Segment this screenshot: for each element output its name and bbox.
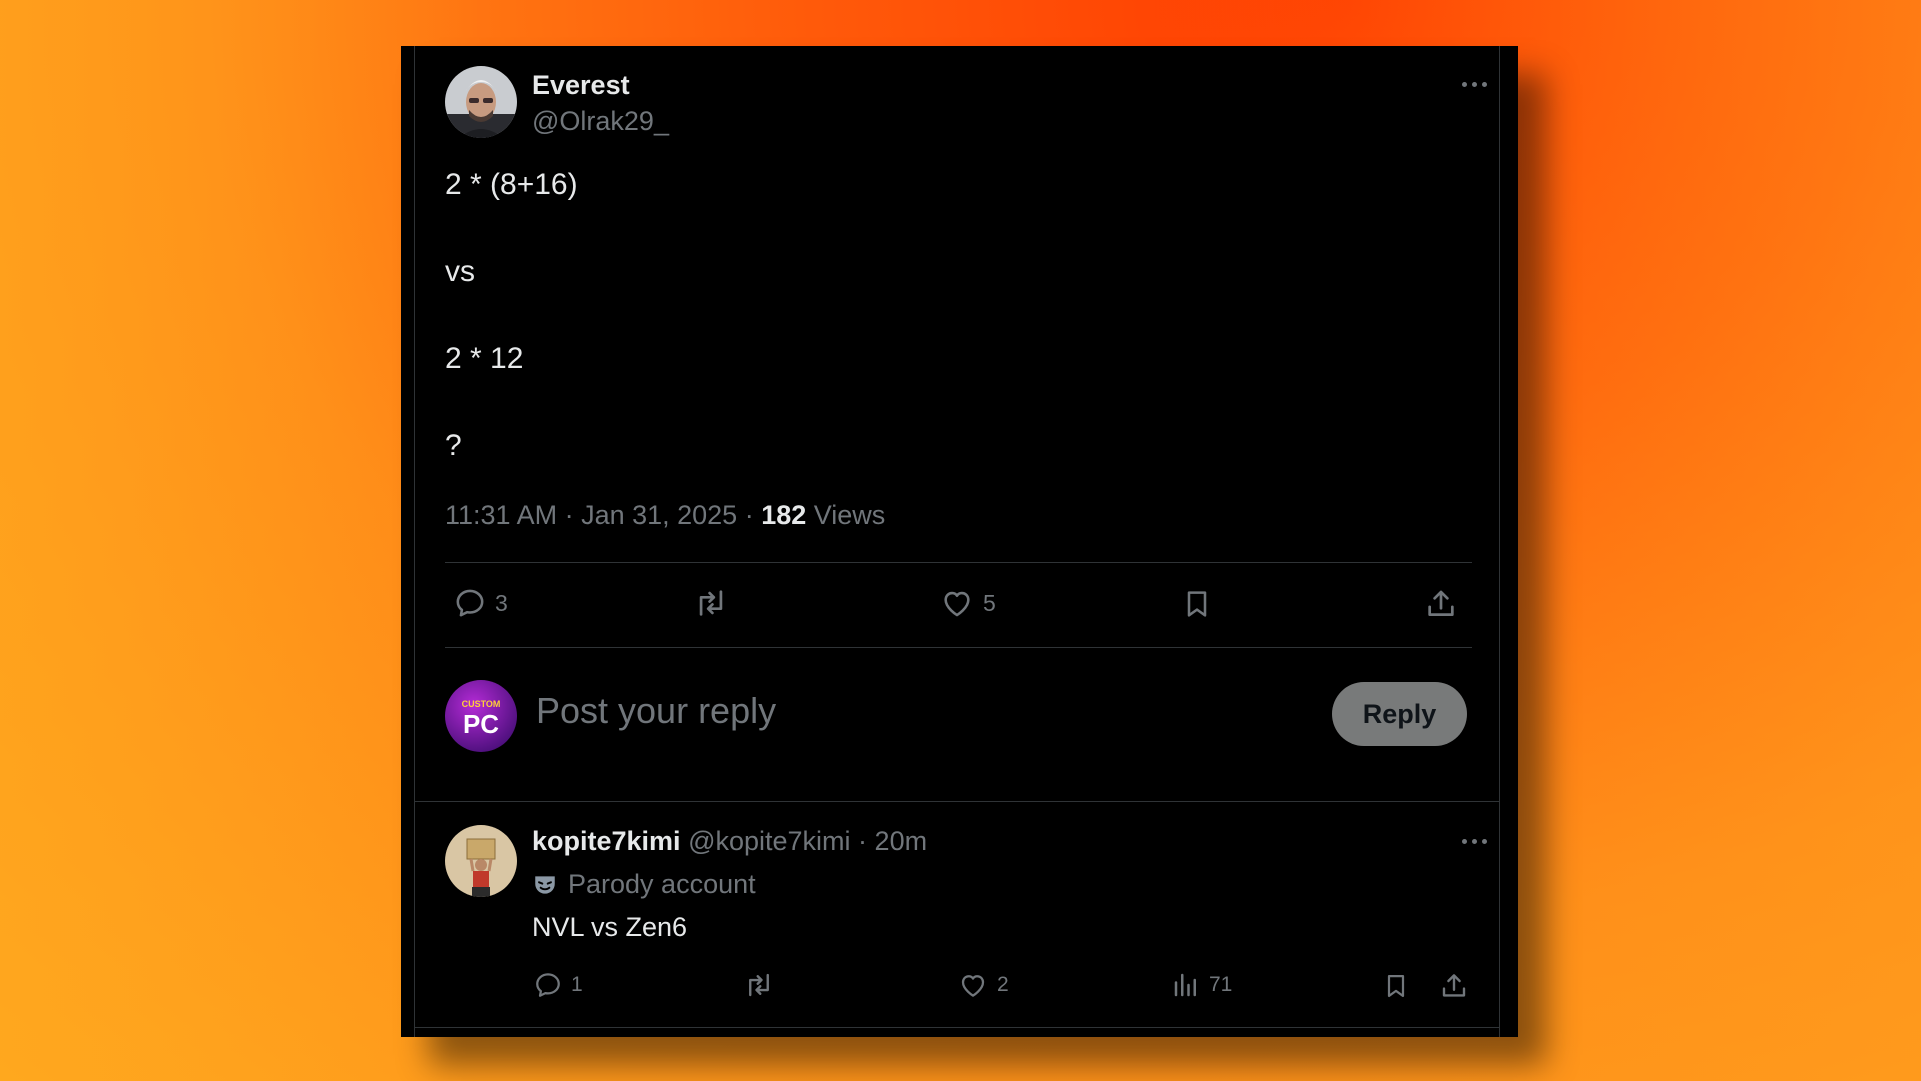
- repost-action[interactable]: [692, 586, 730, 620]
- reply-share-action[interactable]: [1439, 970, 1469, 1002]
- views-label: Views: [806, 500, 886, 530]
- composer-avatar-main-text: PC: [463, 709, 499, 739]
- reply-bookmark-action[interactable]: [1382, 970, 1410, 1002]
- share-icon: [1428, 590, 1454, 616]
- reply-like-count: 2: [997, 973, 1009, 996]
- heart-icon: [961, 975, 985, 997]
- author-name[interactable]: Everest: [532, 70, 630, 101]
- reply-author-avatar[interactable]: [445, 825, 517, 897]
- reply-views-count: 71: [1209, 973, 1233, 996]
- repost-icon: [699, 590, 723, 616]
- column-border-right: [1499, 46, 1500, 1037]
- divider: [415, 801, 1499, 802]
- post-metadata: 11:31 AM · Jan 31, 2025 · 182 Views: [445, 500, 885, 531]
- divider: [415, 1027, 1499, 1028]
- reply-text: NVL vs Zen6: [532, 912, 688, 942]
- heart-icon: [944, 591, 970, 617]
- composer-avatar-top-text: CUSTOM: [462, 699, 501, 709]
- post-text-line-3: 2 * 12: [445, 342, 524, 375]
- parody-mask-icon: [535, 875, 555, 894]
- post-text-line-1: 2 * (8+16): [445, 168, 578, 201]
- like-count: 5: [983, 589, 996, 616]
- post-text-line-4: ?: [445, 429, 462, 462]
- reply-time[interactable]: 20m: [875, 826, 928, 856]
- author-handle[interactable]: @Olrak29_: [532, 106, 669, 137]
- reply-header: kopite7kimi @kopite7kimi · 20m: [532, 826, 927, 857]
- analytics-icon: [1174, 973, 1196, 997]
- reply-count: 3: [495, 589, 508, 616]
- column-border-left: [414, 46, 415, 1037]
- author-avatar[interactable]: [445, 66, 517, 138]
- reply-reply-count: 1: [571, 973, 583, 996]
- reply-icon: [456, 589, 484, 617]
- reply-more-options-icon[interactable]: [1454, 826, 1494, 856]
- post-timestamp[interactable]: 11:31 AM · Jan 31, 2025 ·: [445, 500, 761, 530]
- more-options-icon[interactable]: [1454, 69, 1494, 99]
- composer-avatar[interactable]: CUSTOM PC: [445, 680, 517, 752]
- share-action[interactable]: [1424, 586, 1458, 622]
- parody-badge: Parody account: [532, 869, 756, 900]
- reply-author-handle[interactable]: @kopite7kimi: [688, 826, 850, 856]
- reply-like-action[interactable]: 2: [957, 970, 1009, 1000]
- reply-button[interactable]: Reply: [1332, 682, 1467, 746]
- repost-icon: [749, 973, 769, 997]
- post-text-line-2: vs: [445, 255, 475, 288]
- parody-label: Parody account: [568, 869, 756, 899]
- divider: [445, 562, 1472, 563]
- reply-separator: ·: [850, 826, 875, 856]
- reply-icon: [536, 973, 560, 997]
- bookmark-action[interactable]: [1181, 586, 1213, 622]
- reply-views-action[interactable]: 71: [1171, 970, 1232, 1000]
- views-count: 182: [761, 500, 807, 530]
- reply-repost-action[interactable]: [742, 970, 776, 1000]
- reply-reply-action[interactable]: 1: [533, 970, 583, 1000]
- post-card: Everest @Olrak29_ 2 * (8+16) vs 2 * 12 ?…: [401, 46, 1518, 1037]
- like-action[interactable]: 5: [939, 586, 996, 620]
- bookmark-icon: [1187, 591, 1207, 617]
- reply-input[interactable]: Post your reply: [536, 690, 776, 732]
- share-icon: [1442, 974, 1466, 997]
- reply-action[interactable]: 3: [453, 586, 508, 620]
- reply-author-name[interactable]: kopite7kimi: [532, 826, 681, 856]
- divider: [445, 647, 1472, 648]
- bookmark-icon: [1387, 974, 1405, 998]
